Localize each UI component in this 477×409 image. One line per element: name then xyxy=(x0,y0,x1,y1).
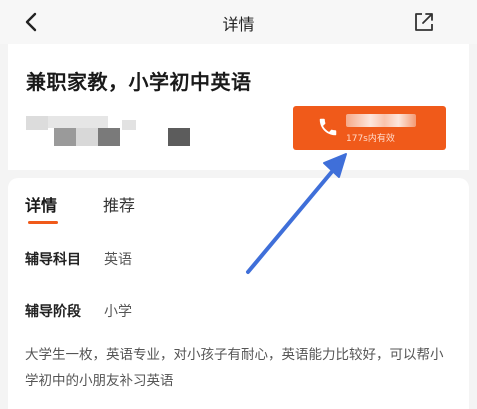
call-button[interactable]: 177s内有效 xyxy=(293,106,446,150)
redaction-block xyxy=(26,116,48,130)
redaction-block xyxy=(54,128,76,146)
job-description: 大学生一枚，英语专业，对小孩子有耐心，英语能力比较好，可以帮小学初中的小朋友补习… xyxy=(25,347,444,389)
call-validity-text: 177s内有效 xyxy=(346,134,395,144)
share-external-icon xyxy=(415,13,433,31)
stage-value: 小学 xyxy=(104,304,132,320)
share-button[interactable] xyxy=(412,10,436,34)
stage-label: 辅导阶段 xyxy=(25,304,81,320)
active-tab-indicator xyxy=(28,221,58,224)
tab-details[interactable]: 详情 xyxy=(25,192,57,216)
tab-recommend[interactable]: 推荐 xyxy=(103,192,135,216)
masked-phone-number xyxy=(346,114,416,127)
redaction-block xyxy=(76,128,98,146)
phone-icon xyxy=(319,118,337,136)
redaction-block xyxy=(98,128,120,146)
details-card: 详情 推荐 辅导科目 英语 辅导阶段 小学 大学生一枚，英语专业，对小孩子有耐心… xyxy=(8,178,469,409)
redaction-block xyxy=(168,128,190,146)
page-title: 详情 xyxy=(222,15,255,34)
redaction-block xyxy=(122,120,136,130)
top-nav-bar: 详情 xyxy=(0,0,477,44)
job-title: 兼职家教，小学初中英语 xyxy=(26,70,252,94)
redacted-poster-info xyxy=(26,114,196,148)
redaction-block xyxy=(48,116,108,128)
subject-label: 辅导科目 xyxy=(25,252,81,268)
subject-value: 英语 xyxy=(104,252,132,268)
job-header-card: 兼职家教，小学初中英语 177s内有效 xyxy=(8,44,469,170)
